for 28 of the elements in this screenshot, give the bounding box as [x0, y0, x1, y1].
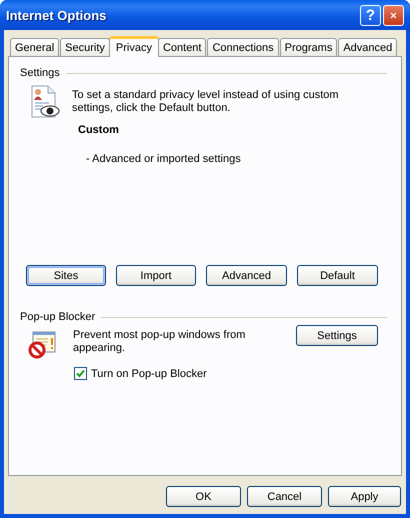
tab[interactable]: Programs: [280, 38, 338, 56]
help-button[interactable]: ?: [360, 4, 381, 26]
settings-action-button[interactable]: Import: [116, 265, 196, 286]
tab[interactable]: Connections: [207, 38, 279, 56]
privacy-description: To set a standard privacy level instead of using custom settings, click the Default button.: [72, 89, 340, 116]
popup-description: Prevent most pop-up windows from appearing.: [73, 329, 246, 355]
tab[interactable]: Content: [158, 38, 206, 56]
tab[interactable]: General: [10, 38, 60, 56]
privacy-document-eye-icon: [29, 85, 61, 119]
popup-settings-button[interactable]: Settings: [296, 325, 378, 346]
dialog-button[interactable]: OK: [166, 486, 241, 507]
group-title: Pop-up Blocker: [20, 311, 96, 323]
tab[interactable]: Advanced: [338, 38, 398, 56]
close-button[interactable]: [383, 4, 404, 26]
privacy-level-detail: - Advanced or imported settings: [86, 153, 242, 165]
checkbox[interactable]: [74, 367, 87, 380]
group-title: Settings: [20, 67, 60, 79]
tab[interactable]: Security: [60, 38, 110, 56]
dialog-button[interactable]: Cancel: [247, 486, 322, 507]
window-title: Internet Options: [6, 8, 108, 22]
checkbox-label[interactable]: Turn on Pop-up Blocker: [91, 368, 207, 380]
tab[interactable]: Privacy: [108, 36, 159, 57]
dialog-button[interactable]: Apply: [328, 486, 401, 507]
blocked-window-icon: [28, 329, 58, 359]
settings-action-button[interactable]: Advanced: [206, 265, 287, 286]
settings-action-button[interactable]: Default: [297, 265, 378, 286]
privacy-level: Custom: [78, 124, 120, 136]
settings-action-button[interactable]: Sites: [26, 265, 106, 286]
